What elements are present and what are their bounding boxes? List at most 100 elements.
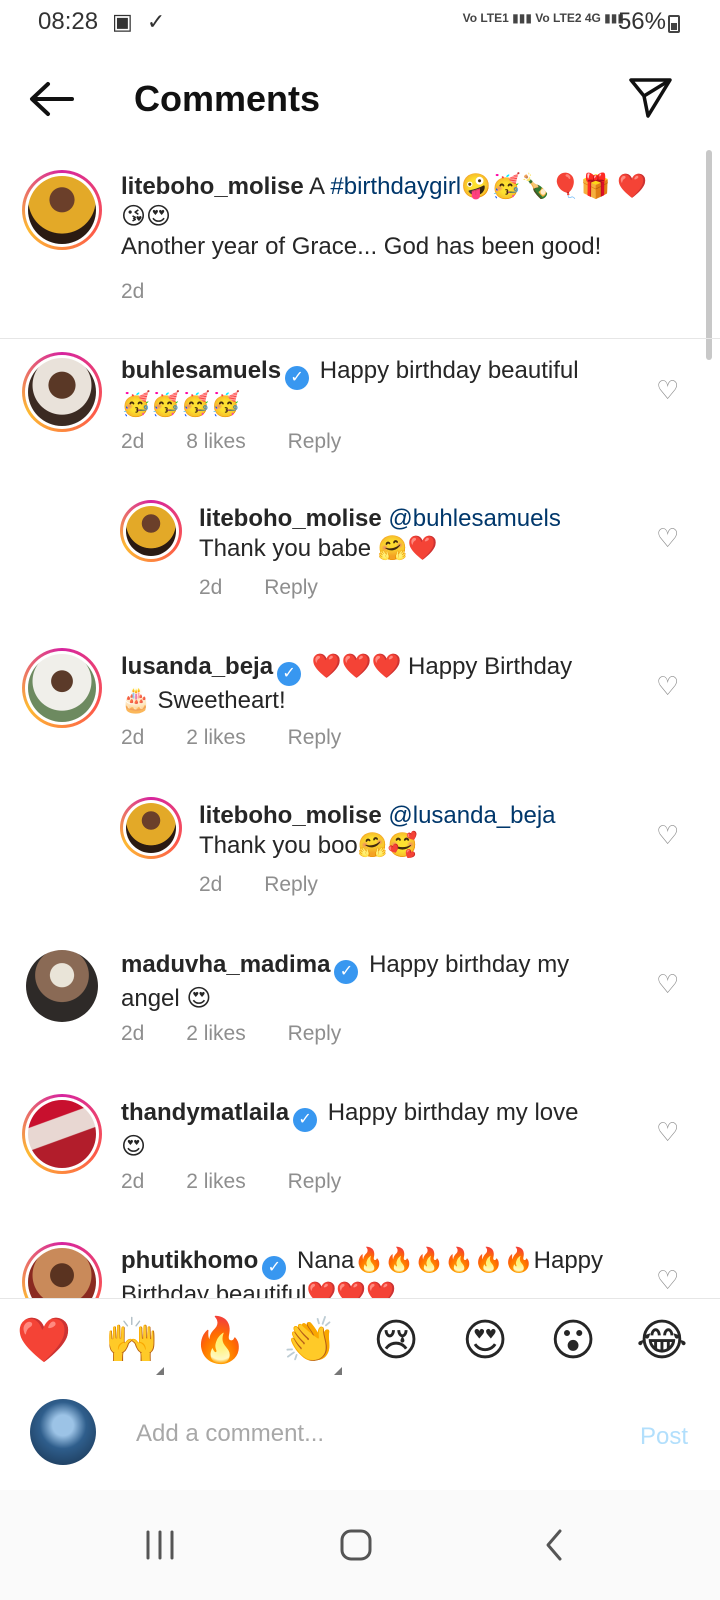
comment-text: liteboho_molise @buhlesamuels Thank you … bbox=[199, 504, 629, 564]
heart-outline-icon[interactable]: ♡ bbox=[656, 525, 680, 551]
comment-text: lusanda_beja ✓ ❤️❤️❤️ Happy Birthday 🎂 Sw… bbox=[121, 652, 621, 716]
battery-icon bbox=[668, 15, 680, 33]
reply-button[interactable]: Reply bbox=[288, 726, 342, 749]
username[interactable]: thandymatlaila bbox=[121, 1099, 289, 1126]
comment-time: 2d bbox=[121, 430, 145, 453]
caption-text-prefix: A bbox=[309, 173, 331, 200]
comment-meta: 2d 2 likes Reply bbox=[121, 1170, 377, 1194]
arrow-left-icon bbox=[30, 82, 74, 116]
comment-body-line-2: 🎂 Sweetheart! bbox=[121, 687, 286, 714]
reply-button[interactable]: Reply bbox=[264, 873, 318, 896]
emoji-raised-hands[interactable]: 🙌 bbox=[102, 1313, 162, 1369]
comment-time: 2d bbox=[199, 576, 223, 599]
comment-row: phutikhomo ✓ Nana🔥🔥🔥🔥🔥🔥Happy Birthday bea… bbox=[0, 1242, 720, 1298]
share-button[interactable] bbox=[626, 74, 674, 122]
likes-count[interactable]: 2 likes bbox=[186, 726, 246, 749]
reply-button[interactable]: Reply bbox=[288, 1022, 342, 1045]
chevron-left-icon bbox=[546, 1529, 562, 1561]
mention-link[interactable]: @buhlesamuels bbox=[388, 505, 560, 532]
reply-button[interactable]: Reply bbox=[288, 1170, 342, 1193]
avatar[interactable] bbox=[120, 797, 182, 859]
comment-time: 2d bbox=[121, 726, 145, 749]
comment-body-line-2: Thank you boo🤗🥰 bbox=[199, 832, 418, 859]
emoji-fire[interactable]: 🔥 bbox=[190, 1313, 250, 1369]
heart-outline-icon[interactable]: ♡ bbox=[656, 377, 680, 403]
recent-apps-button[interactable] bbox=[130, 1520, 190, 1570]
post-button[interactable]: Post bbox=[640, 1423, 688, 1451]
comment-body-line-2: Thank you babe 🤗❤️ bbox=[199, 535, 438, 562]
comment-body: ❤️❤️❤️ Happy Birthday bbox=[311, 653, 573, 680]
comment-meta: 2d Reply bbox=[199, 873, 354, 897]
username[interactable]: buhlesamuels bbox=[121, 357, 281, 384]
comment-text: maduvha_madima ✓ Happy birthday my angel … bbox=[121, 950, 621, 1014]
notification-icons: ▣ ✓ bbox=[112, 9, 170, 34]
emoji-crying[interactable]: 😢 bbox=[366, 1313, 426, 1369]
comment-body-line-2: Birthday beautiful❤️❤️❤️ bbox=[121, 1281, 397, 1298]
reply-row: liteboho_molise @lusanda_beja Thank you … bbox=[0, 797, 720, 937]
comment-text: buhlesamuels ✓ Happy birthday beautiful 🥳… bbox=[121, 356, 621, 420]
verified-badge-icon: ✓ bbox=[285, 366, 310, 390]
comment-text: liteboho_molise @lusanda_beja Thank you … bbox=[199, 801, 629, 861]
avatar[interactable] bbox=[26, 950, 98, 1022]
network-indicator: Vo LTE1 ▮▮▮ Vo LTE2 4G ▮▮▮ bbox=[462, 11, 624, 25]
system-nav-bar bbox=[0, 1490, 720, 1600]
verified-badge-icon: ✓ bbox=[334, 960, 359, 984]
comment-body-line-2: 🥳🥳🥳🥳 bbox=[121, 391, 241, 418]
paper-plane-icon bbox=[629, 78, 672, 118]
emoji-heart-eyes[interactable]: 😍 bbox=[455, 1313, 515, 1369]
comment-meta: 2d Reply bbox=[199, 576, 354, 600]
heart-outline-icon[interactable]: ♡ bbox=[656, 1119, 680, 1145]
username[interactable]: liteboho_molise bbox=[199, 802, 382, 829]
likes-count[interactable]: 2 likes bbox=[186, 1170, 246, 1193]
system-back-button[interactable] bbox=[524, 1520, 584, 1570]
caption-text: liteboho_molise A #birthdaygirl🤪🥳🍾🎈🎁 ❤️😘… bbox=[121, 172, 661, 262]
emoji-tears-of-joy[interactable]: 😂 bbox=[632, 1313, 692, 1369]
comment-meta: 2d 2 likes Reply bbox=[121, 726, 377, 750]
comment-meta: 2d 2 likes Reply bbox=[121, 1022, 377, 1046]
likes-count[interactable]: 8 likes bbox=[186, 430, 246, 453]
username[interactable]: lusanda_beja bbox=[121, 653, 273, 680]
likes-count[interactable]: 2 likes bbox=[186, 1022, 246, 1045]
username[interactable]: phutikhomo bbox=[121, 1247, 258, 1274]
username[interactable]: maduvha_madima bbox=[121, 951, 330, 978]
hashtag-link[interactable]: #birthdaygirl bbox=[330, 173, 461, 200]
username[interactable]: liteboho_molise bbox=[121, 173, 304, 200]
comment-text: phutikhomo ✓ Nana🔥🔥🔥🔥🔥🔥Happy Birthday bea… bbox=[121, 1246, 621, 1298]
verified-badge-icon: ✓ bbox=[277, 662, 302, 686]
quick-emoji-bar: ❤️ 🙌 🔥 👏 😢 😍 😮 😂 bbox=[0, 1298, 720, 1388]
comment-body: Happy birthday my bbox=[369, 951, 570, 978]
home-button[interactable] bbox=[326, 1520, 386, 1570]
app-bar: Comments bbox=[0, 56, 720, 140]
username[interactable]: liteboho_molise bbox=[199, 505, 382, 532]
avatar[interactable] bbox=[22, 352, 102, 432]
emoji-heart[interactable]: ❤️ bbox=[14, 1313, 74, 1369]
avatar[interactable] bbox=[22, 1094, 102, 1174]
comment-composer: Post bbox=[0, 1387, 720, 1487]
avatar[interactable] bbox=[22, 648, 102, 728]
page-title: Comments bbox=[134, 78, 321, 119]
heart-outline-icon[interactable]: ♡ bbox=[656, 971, 680, 997]
caption-line-2: Another year of Grace... God has been go… bbox=[121, 233, 602, 260]
comment-row: thandymatlaila ✓ Happy birthday my love 😍… bbox=[0, 1094, 720, 1234]
status-time: 08:28 bbox=[38, 8, 99, 35]
reply-row: liteboho_molise @buhlesamuels Thank you … bbox=[0, 500, 720, 640]
reply-button[interactable]: Reply bbox=[288, 430, 342, 453]
avatar[interactable] bbox=[120, 500, 182, 562]
post-caption: liteboho_molise A #birthdaygirl🤪🥳🍾🎈🎁 ❤️😘… bbox=[0, 166, 720, 339]
comment-body: Happy birthday beautiful bbox=[319, 357, 579, 384]
mention-link[interactable]: @lusanda_beja bbox=[388, 802, 555, 829]
back-button[interactable] bbox=[24, 74, 80, 124]
avatar[interactable] bbox=[22, 170, 102, 250]
heart-outline-icon[interactable]: ♡ bbox=[656, 822, 680, 848]
heart-outline-icon[interactable]: ♡ bbox=[656, 1267, 680, 1293]
comment-body-line-2: 😍 bbox=[121, 1133, 147, 1160]
avatar[interactable] bbox=[22, 1242, 102, 1298]
comment-row: lusanda_beja ✓ ❤️❤️❤️ Happy Birthday 🎂 Sw… bbox=[0, 648, 720, 788]
caption-meta: 2d bbox=[121, 280, 180, 304]
heart-outline-icon[interactable]: ♡ bbox=[656, 673, 680, 699]
comment-input[interactable] bbox=[134, 1413, 598, 1455]
reply-button[interactable]: Reply bbox=[264, 576, 318, 599]
home-icon bbox=[340, 1529, 372, 1561]
emoji-clap[interactable]: 👏 bbox=[280, 1313, 340, 1369]
emoji-surprised[interactable]: 😮 bbox=[543, 1313, 603, 1369]
